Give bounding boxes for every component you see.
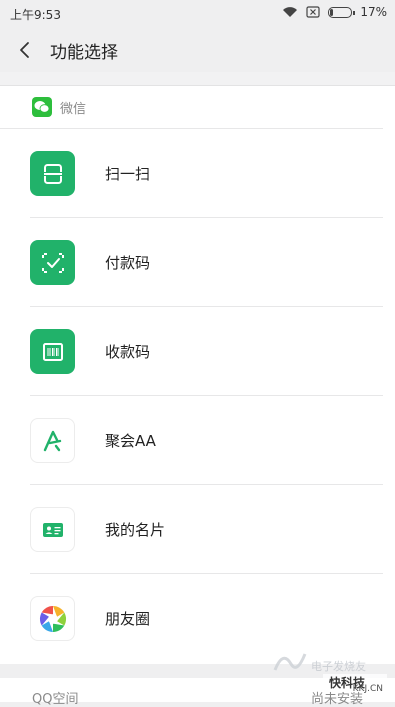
battery-icon	[328, 6, 356, 18]
status-bar: 上午9:53 17%	[0, 0, 395, 28]
receive-code-icon	[30, 329, 75, 374]
status-time: 上午9:53	[10, 8, 61, 22]
list-item-pay-code[interactable]: 付款码	[0, 218, 395, 307]
pay-code-icon	[30, 240, 75, 285]
business-card-icon	[30, 507, 75, 552]
list-item-label: 朋友圈	[105, 610, 151, 628]
watermark: 电子发烧友 快科技 KKJ.CN	[269, 630, 389, 694]
back-button[interactable]	[2, 28, 46, 72]
status-icons: 17%	[282, 5, 387, 19]
back-arrow-icon	[20, 42, 29, 58]
title-bar: 功能选择	[0, 28, 395, 72]
section-title-qzone: QQ空间	[32, 692, 79, 707]
section-title: 微信	[60, 101, 87, 117]
list-item-label: 我的名片	[105, 521, 166, 539]
sim-icon	[306, 6, 320, 18]
wifi-icon	[283, 7, 298, 17]
scan-icon	[30, 151, 75, 196]
aa-icon	[30, 418, 75, 463]
list-item-scan[interactable]: 扫一扫	[0, 129, 395, 218]
list-item-receive-code[interactable]: 收款码	[0, 307, 395, 396]
top-spacer	[0, 72, 395, 86]
list-item-aa[interactable]: 聚会AA	[0, 396, 395, 485]
list-item-label: 聚会AA	[105, 432, 156, 450]
watermark-logo-icon: 电子发烧友 快科技	[273, 653, 387, 692]
list-item-label: 付款码	[105, 254, 151, 272]
list-item-business-card[interactable]: 我的名片	[0, 485, 395, 574]
battery-percent: 17%	[360, 5, 387, 19]
list-item-label: 收款码	[105, 343, 151, 361]
page-title: 功能选择	[50, 42, 118, 63]
wechat-logo-icon	[32, 97, 52, 117]
watermark-site: 电子发烧友	[311, 659, 366, 673]
list-item-label: 扫一扫	[105, 165, 151, 183]
moments-icon	[30, 596, 75, 641]
watermark-domain: KKJ.CN	[352, 684, 383, 694]
section-header-wechat: 微信	[0, 86, 383, 129]
wechat-function-list: 微信 扫一扫 付款码 收款码 聚会AA 我的名片 朋友圈	[0, 86, 395, 664]
